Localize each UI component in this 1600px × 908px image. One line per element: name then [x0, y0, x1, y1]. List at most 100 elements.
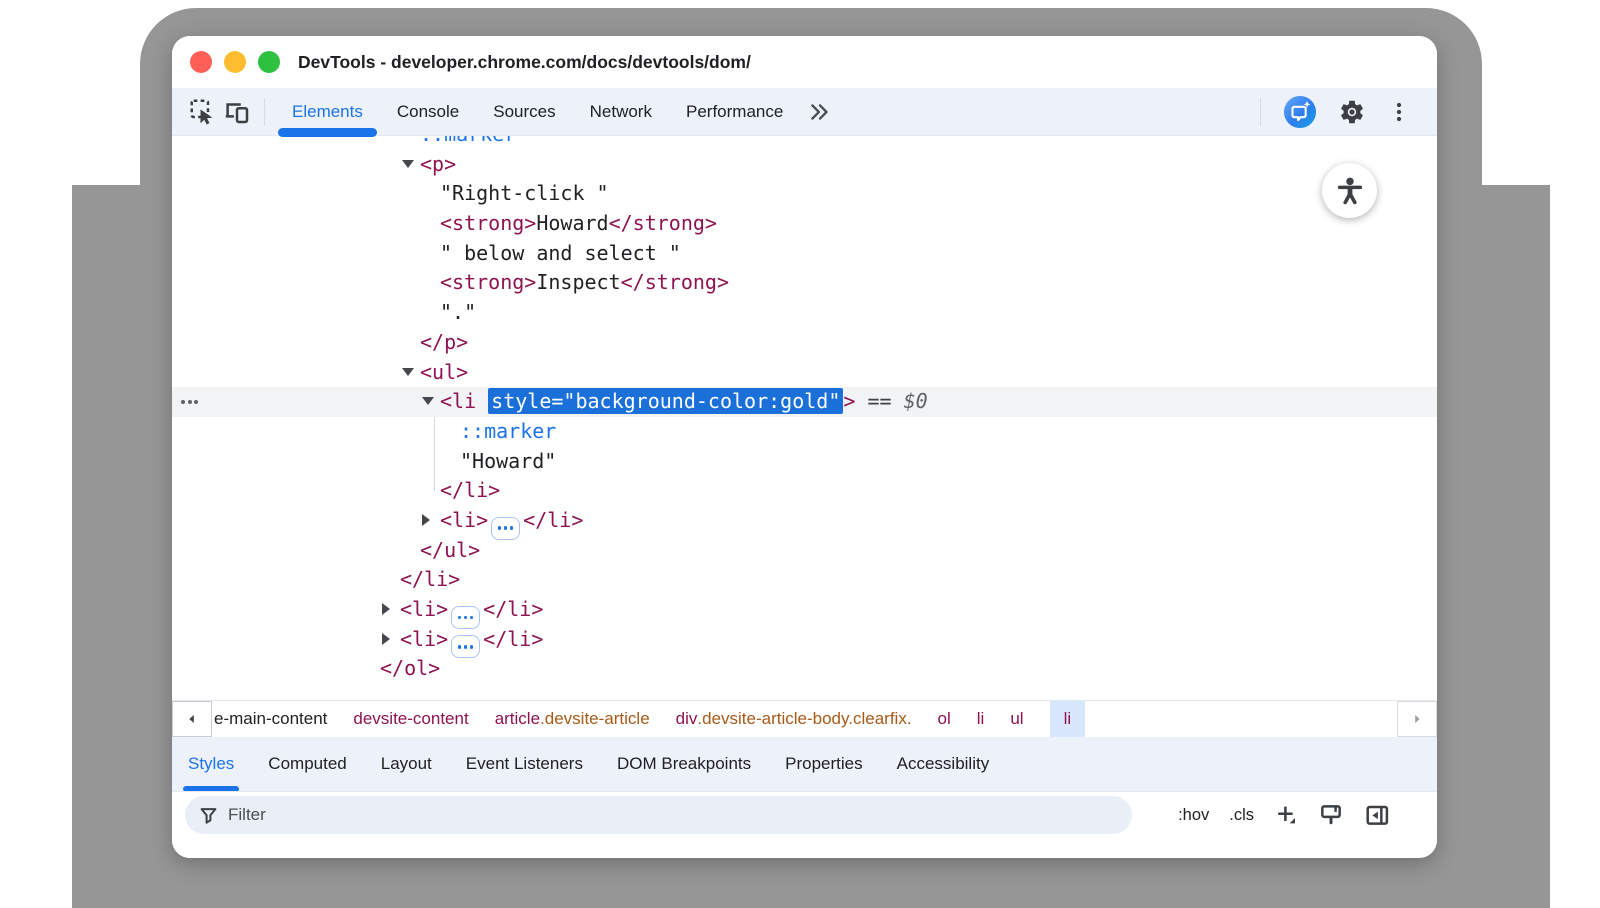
dom-tree-panel: ::marker<p>"Right-click "<strong>Howard<…: [172, 135, 1437, 701]
dom-tree-row[interactable]: "Howard": [172, 447, 1437, 477]
breadcrumb-part: ul: [1010, 709, 1023, 729]
dom-tree-row[interactable]: <li></li>: [172, 595, 1437, 625]
close-window-button[interactable]: [190, 51, 212, 73]
sidebar-tab-styles[interactable]: Styles: [188, 737, 234, 791]
accessibility-person-icon: [1334, 175, 1366, 207]
dom-tree-row[interactable]: </li>: [172, 476, 1437, 506]
dom-tree-row[interactable]: <ul>: [172, 358, 1437, 388]
dom-tree-row[interactable]: </li>: [172, 565, 1437, 595]
breadcrumb: e-main-content devsite-content article.dev…: [212, 701, 1397, 737]
breadcrumb-item[interactable]: ul: [1010, 701, 1023, 737]
expander-closed-icon[interactable]: [422, 514, 430, 526]
sidebar-tab-dom-breakpoints[interactable]: DOM Breakpoints: [617, 737, 751, 791]
code-segment-text: "Right-click ": [440, 181, 609, 205]
dom-tree-row[interactable]: </p>: [172, 328, 1437, 358]
maximize-window-button[interactable]: [258, 51, 280, 73]
sidebar-tab-event-listeners[interactable]: Event Listeners: [466, 737, 583, 791]
title-bar: DevTools - developer.chrome.com/docs/dev…: [172, 36, 1437, 88]
breadcrumb-part: e-main-content: [214, 709, 327, 729]
breadcrumb-scroll-right-button[interactable]: [1397, 701, 1437, 737]
tab-sources[interactable]: Sources: [476, 88, 572, 135]
minimize-window-button[interactable]: [224, 51, 246, 73]
element-classes-button[interactable]: .cls: [1229, 806, 1254, 825]
expander-open-icon[interactable]: [402, 368, 414, 376]
chevron-double-right-icon: [808, 100, 832, 124]
dom-tree-row[interactable]: <strong>Howard</strong>: [172, 209, 1437, 239]
styles-pane-actions: :hov .cls: [1178, 796, 1423, 834]
rendering-emulations-button[interactable]: [1318, 802, 1344, 828]
toggle-element-state-button[interactable]: :hov: [1178, 806, 1209, 825]
traffic-lights: [190, 51, 280, 73]
toolbar-separator: [1260, 98, 1261, 126]
dom-tree-row[interactable]: <li></li>: [172, 625, 1437, 655]
more-menu-icon: [1387, 100, 1411, 124]
tab-label: Console: [397, 102, 459, 122]
dom-tree-row[interactable]: </ol>: [172, 654, 1437, 684]
ai-assistant-icon: [1283, 94, 1317, 130]
toggle-sidebar-button[interactable]: [1364, 802, 1390, 828]
code-segment-tag: <ul>: [420, 360, 468, 384]
breadcrumb-item[interactable]: li: [977, 701, 985, 737]
inspect-element-button[interactable]: [186, 95, 220, 129]
window-title: DevTools - developer.chrome.com/docs/dev…: [298, 52, 751, 73]
sidebar-tab-label: Layout: [381, 754, 432, 774]
more-panels-button[interactable]: [800, 95, 840, 129]
accessibility-overlay-button[interactable]: [1322, 163, 1377, 218]
breadcrumb-part: .devsite-article: [540, 709, 650, 729]
tab-label: Performance: [686, 102, 783, 122]
breadcrumb-item[interactable]: li: [1050, 701, 1086, 737]
dom-tree-row[interactable]: "Right-click ": [172, 179, 1437, 209]
breadcrumb-item[interactable]: e-main-content: [214, 701, 327, 737]
dom-tree-row[interactable]: " below and select ": [172, 239, 1437, 269]
code-segment-tag: <p>: [420, 152, 456, 176]
code-segment-tag: <li>: [440, 508, 488, 532]
expander-closed-icon[interactable]: [382, 633, 390, 645]
code-segment-tag: <strong>: [440, 270, 536, 294]
tab-network[interactable]: Network: [573, 88, 669, 135]
code-segment-text: "Howard": [460, 449, 556, 473]
code-segment-tag: </ul>: [420, 538, 480, 562]
sidebar-tab-computed[interactable]: Computed: [268, 737, 346, 791]
sidebar-tab-accessibility[interactable]: Accessibility: [897, 737, 990, 791]
breadcrumb-item[interactable]: ol: [938, 701, 951, 737]
code-segment-dollar: $0: [904, 389, 928, 413]
sidebar-tab-label: DOM Breakpoints: [617, 754, 751, 774]
sidebar-tab-label: Properties: [785, 754, 862, 774]
active-tab-underline: [278, 128, 377, 137]
dom-tree-row[interactable]: ".": [172, 298, 1437, 328]
code-segment-tag: </li>: [523, 508, 583, 532]
inspect-icon: [188, 97, 218, 127]
expander-open-icon[interactable]: [422, 397, 434, 405]
node-overflow-menu-icon[interactable]: [181, 400, 198, 404]
code-segment-tag: </strong>: [621, 270, 729, 294]
expander-closed-icon[interactable]: [382, 603, 390, 615]
breadcrumb-scroll-left-button[interactable]: [172, 701, 212, 737]
dom-tree-row[interactable]: ::marker: [172, 135, 1437, 150]
tab-elements[interactable]: Elements: [275, 88, 380, 135]
dom-tree-row-selected[interactable]: <li style="background-color:gold"> == $0: [172, 387, 1437, 417]
device-toolbar-button[interactable]: [220, 95, 254, 129]
tab-console[interactable]: Console: [380, 88, 476, 135]
breadcrumb-item[interactable]: div.devsite-article-body.clearfix.: [676, 701, 912, 737]
sidebar-tab-layout[interactable]: Layout: [381, 737, 432, 791]
styles-filter-input[interactable]: Filter: [185, 796, 1132, 834]
dom-tree-row[interactable]: </ul>: [172, 536, 1437, 566]
sidebar-tab-label: Accessibility: [897, 754, 990, 774]
dom-tree-row[interactable]: <strong>Inspect</strong>: [172, 268, 1437, 298]
chevron-left-icon: [184, 711, 200, 727]
dom-tree-row[interactable]: <li> </li>: [172, 506, 1437, 536]
breadcrumb-part: li: [1064, 709, 1072, 729]
breadcrumb-item[interactable]: devsite-content: [353, 701, 468, 737]
code-segment-tag: </li>: [483, 627, 543, 651]
dom-tree-row[interactable]: ::marker: [172, 417, 1437, 447]
more-options-button[interactable]: [1387, 95, 1411, 129]
chevron-right-icon: [1409, 711, 1425, 727]
sidebar-tab-properties[interactable]: Properties: [785, 737, 862, 791]
settings-button[interactable]: [1335, 95, 1369, 129]
tab-performance[interactable]: Performance: [669, 88, 800, 135]
new-style-rule-button[interactable]: [1274, 803, 1298, 827]
expander-open-icon[interactable]: [402, 160, 414, 168]
dom-tree-row[interactable]: <p>: [172, 150, 1437, 180]
breadcrumb-item[interactable]: article.devsite-article: [495, 701, 650, 737]
ai-assistant-button[interactable]: [1283, 95, 1317, 129]
